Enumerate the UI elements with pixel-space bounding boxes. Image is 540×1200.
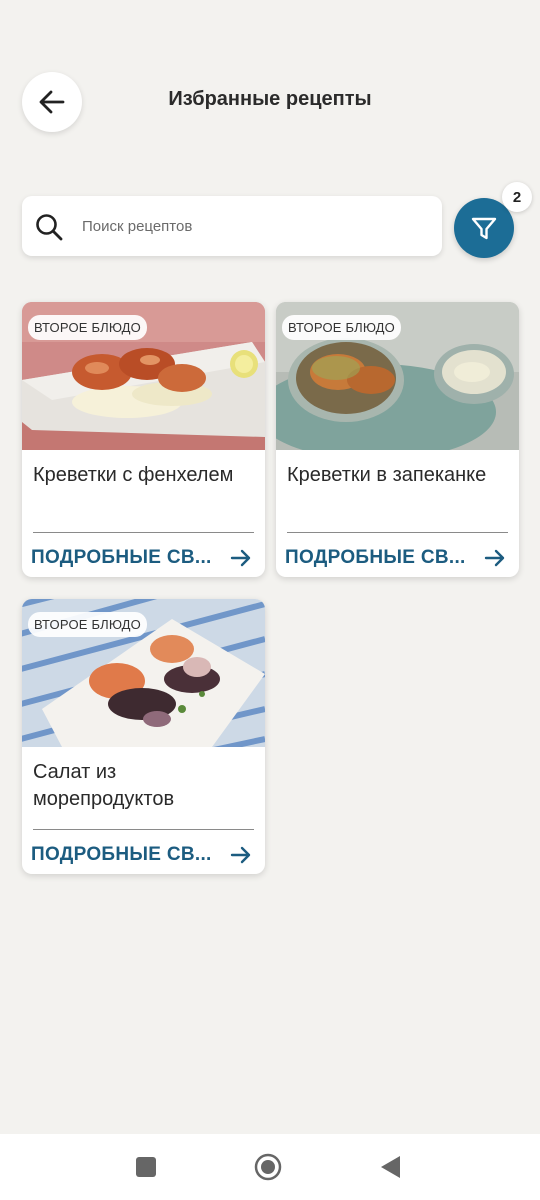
filter-count-badge: 2	[502, 182, 532, 212]
details-link-label: ПОДРОБНЫЕ СВ...	[31, 547, 212, 568]
header: Избранные рецепты	[0, 70, 540, 134]
home-button[interactable]	[254, 1153, 282, 1181]
recent-apps-icon	[136, 1157, 156, 1177]
back-nav-button[interactable]	[376, 1153, 404, 1181]
details-link-label: ПОДРОБНЫЕ СВ...	[285, 547, 466, 568]
recipe-image: ВТОРОЕ БЛЮДО	[22, 599, 265, 747]
details-link[interactable]: ПОДРОБНЫЕ СВ...	[285, 542, 511, 572]
details-link-label: ПОДРОБНЫЕ СВ...	[31, 844, 212, 865]
page-title: Избранные рецепты	[168, 88, 372, 110]
recipe-image: ВТОРОЕ БЛЮДО	[22, 302, 265, 450]
recipe-card[interactable]: ВТОРОЕ БЛЮДО Салат из морепродуктов ПОДР…	[22, 599, 265, 874]
filter-icon	[471, 217, 497, 240]
arrow-right-icon	[230, 846, 251, 864]
back-icon	[381, 1156, 400, 1178]
search-input[interactable]	[82, 196, 422, 256]
details-link[interactable]: ПОДРОБНЫЕ СВ...	[31, 542, 257, 572]
recipe-title: Салат из морепродуктов	[33, 761, 175, 810]
recent-apps-button[interactable]	[132, 1153, 160, 1181]
search-row: 2	[22, 182, 532, 260]
divider	[33, 532, 254, 533]
recipe-image: ВТОРОЕ БЛЮДО	[276, 302, 519, 450]
recipe-card[interactable]: ВТОРОЕ БЛЮДО Креветки в запеканке ПОДРОБ…	[276, 302, 519, 577]
divider	[287, 532, 508, 533]
system-navigation-bar	[0, 1134, 540, 1200]
recipe-title: Креветки в запеканке	[287, 464, 487, 486]
category-tag: ВТОРОЕ БЛЮДО	[282, 315, 401, 340]
recipe-card[interactable]: ВТОРОЕ БЛЮДО Креветки с фенхелем ПОДРОБН…	[22, 302, 265, 577]
arrow-right-icon	[230, 549, 251, 567]
search-box[interactable]	[22, 196, 442, 256]
arrow-right-icon	[484, 549, 505, 567]
search-icon	[36, 214, 63, 241]
home-icon	[254, 1153, 282, 1181]
details-link[interactable]: ПОДРОБНЫЕ СВ...	[31, 839, 257, 869]
category-tag: ВТОРОЕ БЛЮДО	[28, 315, 147, 340]
recipe-title: Креветки с фенхелем	[33, 464, 234, 486]
divider	[33, 829, 254, 830]
category-tag: ВТОРОЕ БЛЮДО	[28, 612, 147, 637]
